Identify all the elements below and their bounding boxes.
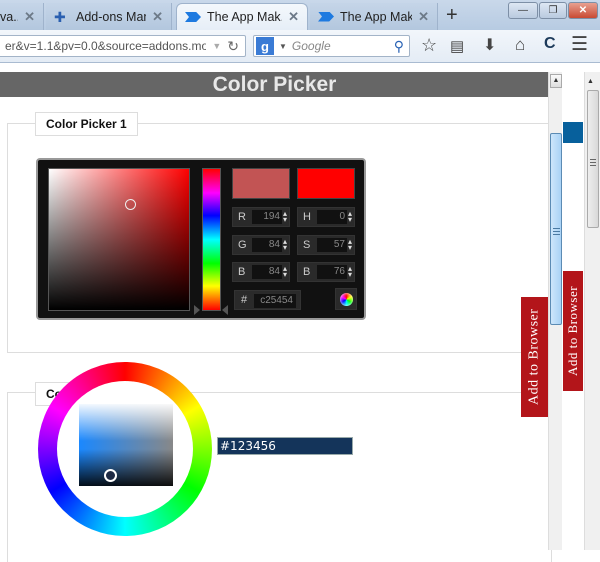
inner-scroll-thumb[interactable] — [550, 133, 562, 325]
close-window-button[interactable]: ✕ — [568, 2, 598, 19]
saturation-value-area[interactable] — [48, 168, 190, 311]
hue-arrow-right-icon[interactable] — [222, 305, 228, 315]
sl-cursor[interactable] — [104, 469, 117, 482]
tab-label: va... — [0, 9, 18, 24]
red-input[interactable]: 194 — [252, 210, 282, 224]
reload-icon[interactable]: ↻ — [227, 38, 239, 55]
hue-field: H 0 ▴ ▾ — [297, 207, 355, 227]
tab-close-icon[interactable]: ✕ — [418, 9, 429, 25]
inner-scrollbar[interactable]: ▲ — [548, 72, 562, 550]
green-input[interactable]: 84 — [252, 238, 282, 252]
search-placeholder: Google — [291, 39, 331, 53]
current-color-swatch[interactable] — [297, 168, 355, 199]
outer-scrollbar[interactable]: ▲ — [584, 72, 600, 550]
outer-scroll-thumb[interactable] — [587, 90, 599, 228]
hue-input[interactable]: 0 — [317, 210, 347, 224]
blue-label: B — [238, 266, 246, 278]
tab-label: Add-ons Man... — [76, 9, 146, 24]
red-label: R — [238, 211, 246, 223]
new-color-swatch — [232, 168, 290, 199]
download-icon[interactable]: ⬇ — [483, 35, 496, 55]
c-icon[interactable]: C — [544, 35, 556, 53]
url-text: er&v=1.1&pv=0.0&source=addons.mozill — [5, 39, 207, 53]
hue-slider[interactable] — [202, 168, 221, 311]
spinner-icon[interactable]: ▴ ▾ — [348, 238, 352, 252]
hex-label: # — [241, 294, 248, 306]
url-bar[interactable]: er&v=1.1&pv=0.0&source=addons.mozill ▼ ↻ — [0, 35, 246, 57]
brightness-field: B 76 ▴ ▾ — [297, 262, 355, 282]
hue-arrow-left-icon[interactable] — [194, 305, 200, 315]
tab-label: The App Mak... — [207, 10, 282, 24]
puzzle-icon: ✚ — [54, 8, 66, 25]
hue-label: H — [303, 211, 311, 223]
page-title: Color Picker — [0, 72, 549, 97]
app-maker-icon — [185, 10, 201, 24]
sv-cursor[interactable] — [125, 199, 136, 210]
spinner-icon[interactable]: ▴ ▾ — [283, 210, 287, 224]
menu-icon[interactable]: ☰ — [571, 33, 588, 56]
minimize-button[interactable]: — — [508, 2, 538, 19]
brightness-input[interactable]: 76 — [317, 265, 347, 279]
saturation-input[interactable]: 57 — [317, 238, 347, 252]
app-maker-icon — [318, 10, 334, 24]
home-icon[interactable]: ⌂ — [515, 35, 525, 55]
tab-close-icon[interactable]: ✕ — [24, 9, 35, 25]
add-to-browser-button-2[interactable]: Add to Browser — [563, 271, 583, 391]
restore-button[interactable]: ❐ — [539, 2, 567, 19]
tab-2[interactable]: ✚ Add-ons Man... ✕ — [46, 3, 172, 30]
search-icon[interactable]: ⚲ — [394, 38, 404, 55]
scroll-up-icon[interactable]: ▲ — [587, 78, 594, 85]
red-field: R 194 ▴ ▾ — [232, 207, 290, 227]
hex-field: # c25454 — [234, 290, 301, 310]
new-tab-button[interactable]: + — [446, 4, 458, 27]
spinner-icon[interactable]: ▴ ▾ — [348, 265, 352, 279]
saturation-label: S — [303, 239, 311, 251]
color-wheel-icon — [340, 293, 353, 306]
add-to-browser-button[interactable]: Add to Browser — [521, 297, 548, 417]
color-picker-1: R 194 ▴ ▾ G 84 ▴ ▾ B 84 ▴ ▾ H 0 ▴ ▾ S 57 ▴ ▾ … — [36, 158, 366, 320]
tab-label: The App Mak... — [340, 9, 413, 24]
scroll-up-icon[interactable]: ▲ — [550, 74, 562, 88]
blue-field: B 84 ▴ ▾ — [232, 262, 290, 282]
blue-input[interactable]: 84 — [252, 265, 282, 279]
picker2-hex-input[interactable]: #123456 — [217, 437, 353, 455]
picker1-legend: Color Picker 1 — [35, 112, 138, 136]
green-field: G 84 ▴ ▾ — [232, 235, 290, 255]
hex-input[interactable]: c25454 — [254, 294, 296, 308]
google-icon[interactable]: g — [256, 37, 274, 55]
nav-bar: er&v=1.1&pv=0.0&source=addons.mozill ▼ ↻… — [0, 30, 600, 63]
search-bar[interactable]: g ▼ Google ⚲ — [253, 35, 410, 57]
star-icon[interactable]: ☆ — [421, 35, 437, 56]
spinner-icon[interactable]: ▴ ▾ — [283, 238, 287, 252]
spinner-icon[interactable]: ▴ ▾ — [283, 265, 287, 279]
tab-close-icon[interactable]: ✕ — [152, 9, 163, 25]
saturation-lightness-square[interactable] — [79, 404, 173, 486]
spinner-icon[interactable]: ▴ ▾ — [348, 210, 352, 224]
tab-4[interactable]: The App Mak... ✕ — [310, 3, 438, 30]
clipboard-icon[interactable]: ▤ — [450, 37, 464, 55]
search-engine-dropdown-icon[interactable]: ▼ — [279, 42, 287, 51]
url-dropdown-icon[interactable]: ▼ — [212, 41, 221, 51]
brightness-label: B — [303, 266, 311, 278]
green-label: G — [238, 239, 247, 251]
sidebar-accent — [563, 122, 583, 143]
tab-1[interactable]: va... ✕ — [0, 3, 44, 30]
color-wheel-button[interactable] — [335, 288, 357, 310]
tab-close-icon[interactable]: ✕ — [288, 9, 299, 25]
saturation-field: S 57 ▴ ▾ — [297, 235, 355, 255]
tab-3-active[interactable]: The App Mak... ✕ — [176, 3, 308, 30]
tab-strip: va... ✕ ✚ Add-ons Man... ✕ The App Mak..… — [0, 0, 600, 30]
